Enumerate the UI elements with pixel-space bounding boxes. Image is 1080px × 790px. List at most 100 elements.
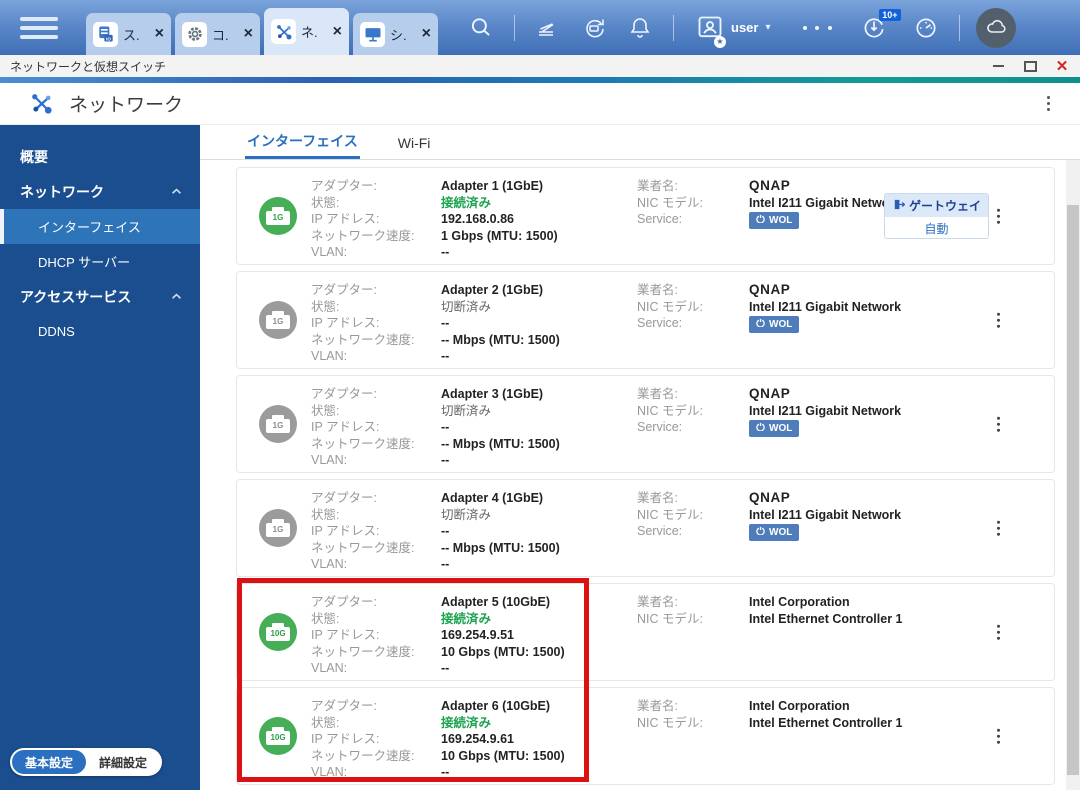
gateway-label: ゲートウェイ	[908, 199, 981, 213]
status-label: 状態:	[311, 507, 340, 522]
minimize-button[interactable]	[990, 58, 1006, 74]
sync-icon	[586, 19, 604, 37]
ip-label: IP アドレス:	[311, 524, 380, 538]
speed-label: ネットワーク速度:	[311, 748, 415, 763]
ip-value: 169.254.9.61	[441, 732, 514, 746]
gateway-button[interactable]: ゲートウェイ 自動	[884, 193, 989, 239]
sidebar-item-network[interactable]: ネットワーク	[0, 174, 200, 209]
app-tab-network[interactable]: ネ. ×	[264, 8, 349, 55]
main-menu-button[interactable]	[20, 13, 62, 43]
wol-badge: WOL	[749, 420, 800, 437]
vendor-value: Intel Corporation	[749, 699, 850, 713]
network-icon	[271, 19, 296, 44]
basic-settings-button[interactable]: 基本設定	[12, 750, 87, 774]
speed-label: ネットワーク速度:	[311, 644, 415, 659]
adapter-label: アダプター:	[311, 595, 377, 609]
sidebar-item-dhcp-server[interactable]: DHCP サーバー	[0, 244, 200, 279]
vendor-value: QNAP	[749, 386, 791, 401]
user-menu[interactable]: ★ user ▾	[690, 13, 777, 48]
close-icon[interactable]: ×	[155, 26, 164, 42]
gateway-icon	[892, 198, 906, 214]
status-value: 切断済み	[441, 299, 492, 314]
maximize-button[interactable]	[1022, 58, 1038, 74]
sidebar-item-label: ネットワーク	[20, 183, 104, 200]
sidebar-item-label: DHCP サーバー	[38, 255, 131, 270]
window-title: ネットワークと仮想スイッチ	[10, 59, 167, 74]
adapter-menu-button[interactable]	[993, 618, 1005, 647]
vlan-value: --	[441, 453, 450, 467]
resource-monitor-button[interactable]	[907, 8, 945, 48]
sidebar-item-overview[interactable]: 概要	[0, 139, 200, 174]
notifications-button[interactable]	[621, 8, 659, 48]
nic-value: Intel Ethernet Controller 1	[749, 611, 903, 626]
gear-icon	[182, 21, 207, 47]
more-options-button[interactable]	[799, 8, 837, 48]
app-tab-label: シ.	[390, 27, 407, 43]
adapter-list: 1G アダプター: 状態: IP アドレス: ネットワーク速度: VLAN: Adapter…	[200, 160, 1080, 785]
adapter-menu-button[interactable]	[993, 202, 1005, 231]
close-icon[interactable]: ×	[333, 23, 342, 40]
background-tasks-button[interactable]: 10+	[855, 8, 901, 48]
adapter-menu-button[interactable]	[993, 722, 1005, 751]
queue-button[interactable]	[529, 8, 567, 48]
wol-badge: WOL	[749, 316, 800, 333]
ethernet-port-icon: 1G	[259, 197, 297, 235]
taskbar-divider	[514, 14, 515, 41]
status-label: 状態:	[311, 715, 340, 730]
vlan-value: --	[441, 661, 450, 675]
adapter-card: 1G アダプター: 状態: IP アドレス: ネットワーク速度: VLAN: Adapter…	[236, 375, 1055, 473]
sidebar-item-interface[interactable]: インターフェイス	[0, 209, 200, 244]
monitor-icon	[360, 21, 385, 47]
tab-wifi[interactable]: Wi-Fi	[396, 135, 433, 159]
wol-badge: WOL	[749, 212, 800, 229]
speed-label: ネットワーク速度:	[311, 332, 415, 347]
app-tab-system[interactable]: シ. ×	[353, 13, 438, 55]
power-icon	[756, 214, 765, 227]
window-titlebar: ネットワークと仮想スイッチ ✕	[0, 55, 1080, 77]
speedometer-icon	[915, 17, 936, 38]
status-value: 切断済み	[441, 507, 492, 522]
vlan-label: VLAN:	[311, 349, 348, 363]
storage-icon: IO	[93, 21, 118, 47]
status-label: 状態:	[311, 611, 340, 626]
network-app-icon	[28, 90, 55, 117]
cloud-button[interactable]	[975, 7, 1016, 48]
sidebar-item-access-services[interactable]: アクセスサービス	[0, 279, 200, 314]
nic-value: Intel I211 Gigabit Network	[749, 299, 902, 314]
tasks-count-badge: 10+	[879, 8, 901, 22]
close-button[interactable]: ✕	[1054, 58, 1070, 74]
vlan-value: --	[441, 245, 450, 259]
vlan-label: VLAN:	[311, 453, 348, 467]
advanced-settings-button[interactable]: 詳細設定	[86, 750, 160, 774]
nic-label: NIC モデル:	[637, 507, 703, 522]
scrollbar-track[interactable]	[1066, 160, 1080, 790]
tab-interfaces[interactable]: インターフェイス	[245, 131, 360, 159]
adapter-menu-button[interactable]	[993, 306, 1005, 335]
speed-value: 10 Gbps (MTU: 1500)	[441, 644, 565, 659]
cloud-icon	[986, 19, 1006, 33]
nic-label: NIC モデル:	[637, 195, 703, 210]
adapter-menu-button[interactable]	[993, 410, 1005, 439]
app-tab-storage[interactable]: IO ス. ×	[86, 13, 171, 55]
sidebar-item-label: 概要	[20, 148, 48, 165]
search-button[interactable]	[462, 8, 500, 48]
vendor-label: 業者名:	[637, 595, 678, 609]
ip-value: --	[441, 316, 450, 330]
ethernet-port-icon: 10G	[259, 717, 297, 755]
status-value: 切断済み	[441, 403, 492, 418]
port-speed-badge: 1G	[272, 421, 284, 430]
vendor-label: 業者名:	[637, 387, 678, 401]
user-avatar-icon: ★	[696, 14, 726, 48]
app-tab-control-panel[interactable]: コ. ×	[175, 13, 260, 55]
close-icon[interactable]: ×	[244, 26, 253, 42]
close-icon[interactable]: ×	[422, 26, 431, 42]
scrollbar-thumb[interactable]	[1067, 205, 1079, 775]
vlan-label: VLAN:	[311, 245, 348, 259]
vlan-label: VLAN:	[311, 765, 348, 779]
sidebar-item-ddns[interactable]: DDNS	[0, 314, 200, 349]
adapter-menu-button[interactable]	[993, 514, 1005, 543]
speed-value: 1 Gbps (MTU: 1500)	[441, 228, 558, 243]
header-menu-button[interactable]	[1039, 89, 1059, 118]
sync-button[interactable]	[575, 8, 613, 48]
ip-label: IP アドレス:	[311, 316, 380, 330]
